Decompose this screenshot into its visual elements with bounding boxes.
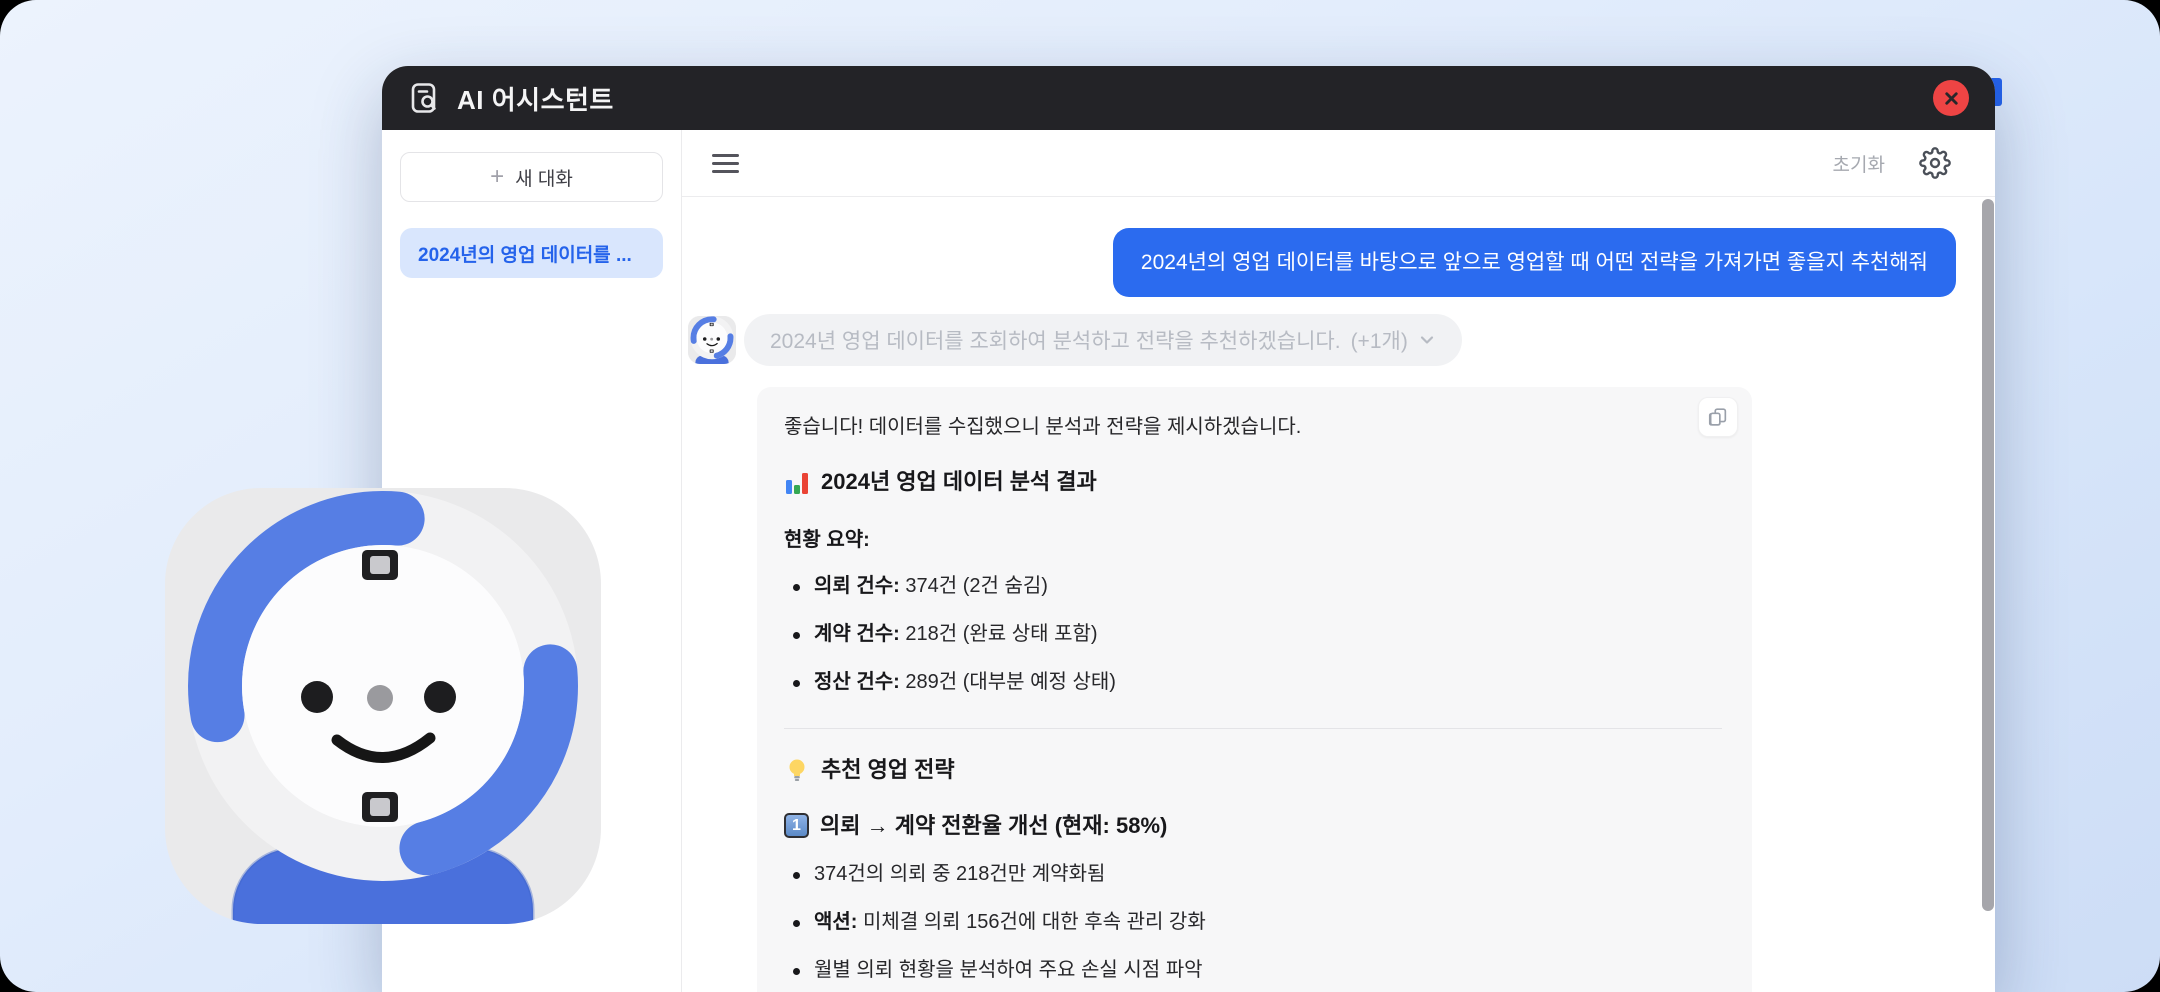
- list-item: 계약 건수: 218건 (완료 상태 포함): [784, 610, 1722, 658]
- robot-mascot-image: [165, 488, 601, 924]
- copy-icon: [1707, 406, 1729, 428]
- list-item: 액션: 미체결 의뢰 156건에 대한 후속 관리 강화: [784, 898, 1722, 946]
- analysis-heading-text: 2024년 영업 데이터 분석 결과: [821, 469, 1097, 495]
- user-message-bubble: 2024년의 영업 데이터를 바탕으로 앞으로 영업할 때 어떤 전략을 가져가…: [1112, 228, 1956, 298]
- copy-button[interactable]: [1698, 397, 1738, 438]
- strategy-heading-text: 추천 영업 전략: [821, 756, 955, 782]
- summary-list: 의뢰 건수: 374건 (2건 숨김) 계약 건수: 218건 (완료 상태 포…: [784, 562, 1722, 706]
- conversation-title: 2024년의 영업 데이터를 ...: [418, 244, 632, 266]
- list-item: 월별 의뢰 현황을 분석하여 주요 손실 시점 파악: [784, 946, 1722, 992]
- chat-toolbar: 초기화: [682, 130, 1995, 197]
- analysis-heading: 2024년 영업 데이터 분석 결과: [784, 468, 1722, 497]
- toolbar-right: 초기화: [1833, 147, 1965, 179]
- tool-status-badge: (+1개): [1350, 330, 1408, 354]
- chat-scroll-area: 2024년의 영업 데이터를 바탕으로 앞으로 영업할 때 어떤 전략을 가져가…: [682, 197, 1995, 992]
- close-icon: [1942, 89, 1961, 108]
- chat-scrollbar-thumb[interactable]: [1982, 199, 1994, 911]
- assistant-message-card: 좋습니다! 데이터를 수집했으니 분석과 전략을 제시하겠습니다. 2024년 …: [757, 387, 1752, 992]
- conversion-heading-text: 의뢰 → 계약 전환율 개선 (현재: 58%): [820, 812, 1168, 838]
- divider: [784, 727, 1722, 729]
- strategy-list: 374건의 의뢰 중 218건만 계약화됨 액션: 미체결 의뢰 156건에 대…: [784, 850, 1722, 992]
- plus-icon: +: [490, 163, 505, 190]
- answer-intro: 좋습니다! 데이터를 수집했으니 분석과 전략을 제시하겠습니다.: [784, 416, 1302, 439]
- user-message-row: 2024년의 영업 데이터를 바탕으로 앞으로 영업할 때 어떤 전략을 가져가…: [688, 228, 1956, 298]
- assistant-window: AI 어시스턴트 + 새 대화 2024년의 영업 데이터를 ... 초기화 2…: [382, 66, 1995, 992]
- list-item: 의뢰 건수: 374건 (2건 숨김): [784, 562, 1722, 610]
- keycap-one-emoji-icon: 1: [784, 813, 809, 839]
- assistant-avatar: [688, 316, 736, 365]
- new-chat-button[interactable]: + 새 대화: [400, 152, 663, 202]
- document-search-icon: [408, 81, 442, 115]
- tool-status-pill[interactable]: 2024년 영업 데이터를 조회하여 분석하고 전략을 추천하겠습니다. (+1…: [744, 314, 1462, 367]
- new-chat-label: 새 대화: [515, 168, 573, 190]
- list-item: 정산 건수: 289건 (대부분 예정 상태): [784, 658, 1722, 706]
- hamburger-icon: [712, 153, 739, 157]
- close-button[interactable]: [1933, 80, 1969, 116]
- menu-button[interactable]: [712, 153, 739, 173]
- chat-main: 초기화 2024년의 영업 데이터를 바탕으로 앞으로 영업할 때 어떤 전략을…: [682, 130, 1995, 992]
- bar-chart-emoji-icon: [784, 470, 810, 496]
- chevron-down-icon: [1418, 331, 1436, 349]
- window-body: + 새 대화 2024년의 영업 데이터를 ... 초기화 2024년의 영업 …: [382, 130, 1995, 992]
- conversion-heading: 1 의뢰 → 계약 전환율 개선 (현재: 58%): [784, 812, 1722, 841]
- summary-label: 현황 요약:: [784, 528, 870, 551]
- gear-icon: [1919, 147, 1951, 179]
- settings-button[interactable]: [1919, 147, 1951, 179]
- list-item: 374건의 의뢰 중 218건만 계약화됨: [784, 850, 1722, 898]
- assistant-meta-row: 2024년 영업 데이터를 조회하여 분석하고 전략을 추천하겠습니다. (+1…: [688, 314, 1956, 367]
- window-title: AI 어시스턴트: [457, 84, 614, 115]
- window-titlebar: AI 어시스턴트: [382, 66, 1995, 130]
- tool-status-text: 2024년 영업 데이터를 조회하여 분석하고 전략을 추천하겠습니다.: [770, 330, 1341, 354]
- strategy-heading: 추천 영업 전략: [784, 756, 1722, 785]
- sidebar-conversation-item[interactable]: 2024년의 영업 데이터를 ...: [400, 228, 663, 278]
- page-background: AI 어시스턴트 + 새 대화 2024년의 영업 데이터를 ... 초기화 2…: [0, 0, 2160, 992]
- lightbulb-emoji-icon: [784, 757, 810, 783]
- reset-button[interactable]: 초기화: [1833, 150, 1885, 177]
